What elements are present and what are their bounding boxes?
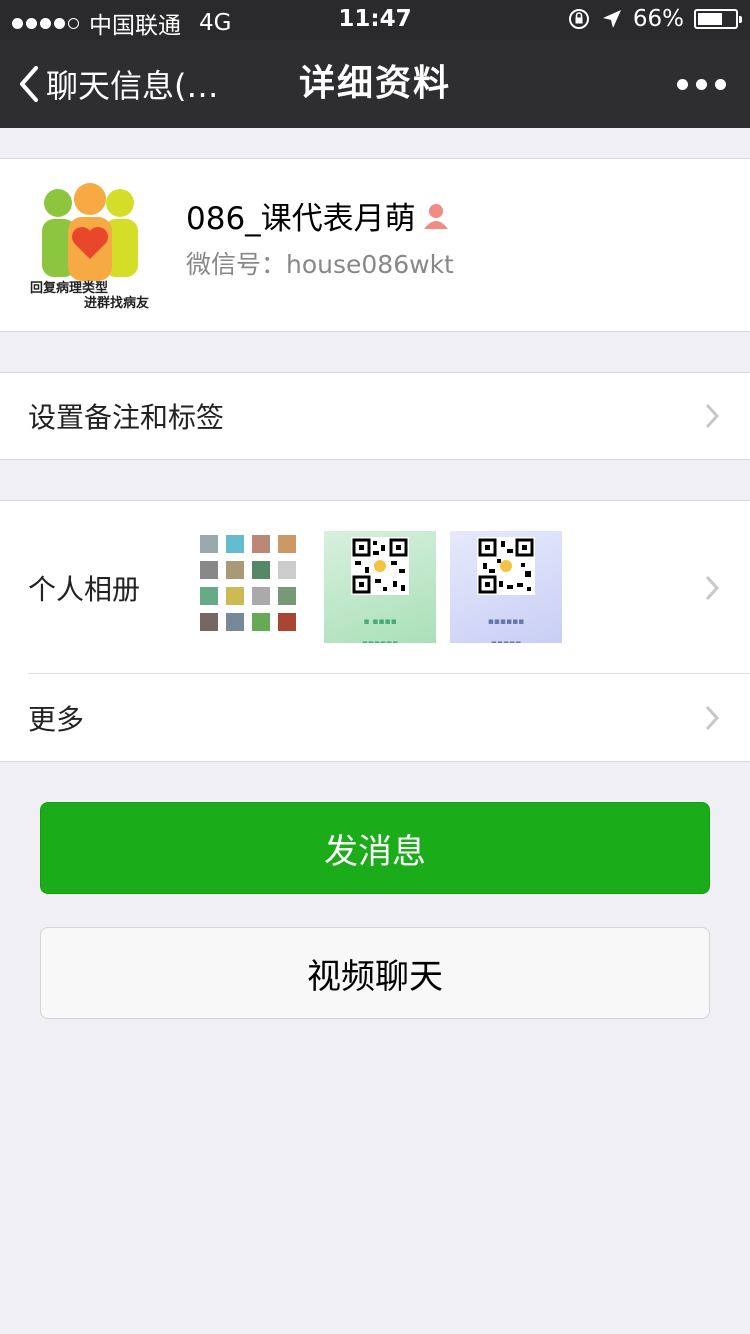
location-arrow-icon <box>602 10 621 28</box>
more-dots-icon <box>677 78 688 90</box>
album-photo-grid[interactable] <box>198 531 310 643</box>
send-message-button[interactable]: 发消息 <box>40 802 710 894</box>
chevron-right-icon <box>705 403 720 429</box>
status-right: 66% <box>567 6 742 32</box>
battery-icon <box>694 9 742 29</box>
navigation-bar: 聊天信息(… 详细资料 <box>0 40 750 128</box>
remark-label: 设置备注和标签 <box>28 401 225 434</box>
female-user-icon <box>423 203 448 229</box>
chevron-right-icon <box>705 705 720 731</box>
battery-percent: 66% <box>632 6 684 32</box>
album-label: 个人相册 <box>28 572 141 606</box>
more-label: 更多 <box>28 703 85 736</box>
video-chat-button[interactable]: 视频聊天 <box>40 927 710 1019</box>
wechat-id-label: 微信号： <box>186 250 287 279</box>
avatar-caption: 回复病理类型 进群找病友 <box>30 281 150 311</box>
avatar-logo-icon <box>42 183 138 281</box>
qr-code-icon <box>477 537 535 595</box>
personal-album-row[interactable]: 个人相册 ▪ ▪▪▪▪ ▪▪▪▪▪▪ <box>0 501 750 674</box>
detail-group: 个人相册 ▪ ▪▪▪▪ ▪▪▪▪▪▪ 更多 <box>0 500 750 762</box>
more-options-button[interactable] <box>677 40 726 128</box>
profile-card: 回复病理类型 进群找病友 086_课代表月萌 微信号：house086wkt <box>0 158 750 332</box>
chevron-right-icon <box>705 575 720 600</box>
wechat-id-value: house086wkt <box>286 250 454 279</box>
album-thumbnails: ▪ ▪▪▪▪▪▪▪▪▪▪▪▪▪▪ ▪▪▪▪▪▪▪▪▪▪▪▪▪▪▪▪ <box>198 531 562 643</box>
avatar[interactable]: 回复病理类型 进群找病友 <box>28 181 158 311</box>
album-qr-image-2[interactable]: ▪▪▪▪▪▪▪▪▪▪▪▪▪▪▪▪ <box>450 531 562 643</box>
rotation-lock-icon <box>568 9 589 29</box>
album-qr-image-1[interactable]: ▪ ▪▪▪▪▪▪▪▪▪▪▪▪▪▪ <box>324 531 436 643</box>
profile-name: 086_课代表月萌 <box>186 193 450 238</box>
wechat-id: 微信号：house086wkt <box>186 245 454 281</box>
status-bar: 中国联通 4G 11:47 66% <box>0 0 750 40</box>
more-row[interactable]: 更多 <box>0 674 750 762</box>
page-title: 详细资料 <box>298 63 451 104</box>
qr-code-icon <box>351 537 409 595</box>
profile-name-text: 086_课代表月萌 <box>186 201 416 237</box>
remark-and-tags-row[interactable]: 设置备注和标签 <box>0 372 750 460</box>
